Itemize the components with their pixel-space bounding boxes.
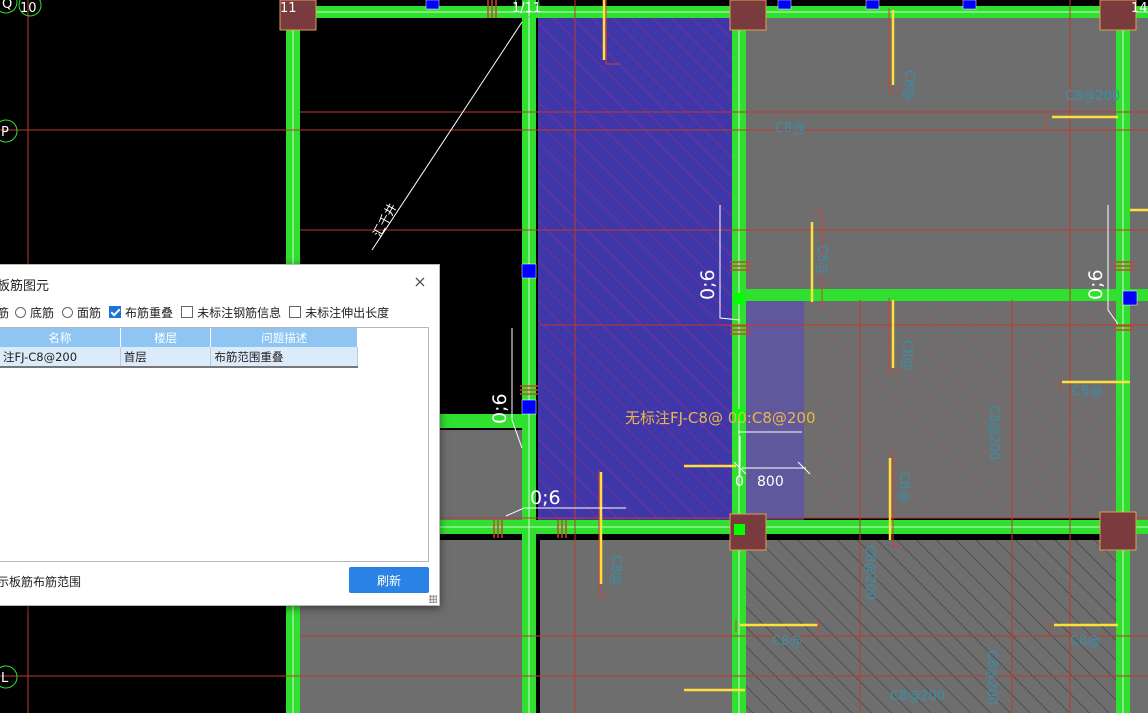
header-issue[interactable]: 问题描述 (210, 328, 358, 347)
check-no-extension-box[interactable] (289, 306, 302, 318)
show-rebar-range-label[interactable]: 示板筋布筋范围 (0, 573, 81, 590)
check-no-rebar-info-label: 未标注钢筋信息 (197, 305, 282, 320)
svg-text:C8@: C8@ (899, 340, 914, 370)
header-name[interactable]: 名称 (0, 328, 121, 347)
radio-bottom-rebar-button[interactable] (15, 306, 27, 318)
check-no-extension-label: 未标注伸出长度 (305, 305, 390, 320)
filter-options: 筋 底筋 面筋 布筋重叠 未标注钢筋信息 未标注伸出长度 (0, 303, 397, 321)
radio-bottom-rebar-label: 底筋 (30, 305, 55, 320)
result-table[interactable]: 名称 楼层 问题描述 注FJ-C8@200 首层 布筋范围重叠 (0, 328, 358, 368)
radio-top-rebar-label: 面筋 (77, 305, 102, 320)
cell-issue[interactable]: 布筋范围重叠 (210, 347, 358, 368)
svg-text:C8@200: C8@200 (890, 689, 945, 704)
radio-top-rebar[interactable]: 面筋 (62, 304, 101, 321)
rebar-check-dialog[interactable]: 板筋图元 × 筋 底筋 面筋 布筋重叠 未标注钢筋信息 未标注伸出长度 名称 楼… (0, 264, 440, 606)
svg-text:C8@200: C8@200 (1065, 89, 1120, 104)
check-no-rebar-info-box[interactable] (181, 306, 194, 318)
table-row[interactable]: 注FJ-C8@200 首层 布筋范围重叠 (0, 347, 358, 368)
svg-text:C8@200: C8@200 (984, 650, 999, 705)
check-overlap-box[interactable] (109, 306, 122, 318)
header-floor[interactable]: 楼层 (120, 328, 212, 347)
radio-all-rebar-label: 筋 (0, 305, 10, 320)
svg-text:C8@: C8@ (896, 472, 911, 502)
dialog-title: 板筋图元 (0, 279, 50, 294)
check-overlap[interactable]: 布筋重叠 (109, 304, 173, 321)
svg-text:C8@200: C8@200 (862, 545, 877, 600)
svg-text:C8@: C8@ (901, 70, 916, 100)
svg-text:C8@200: C8@200 (986, 405, 1001, 460)
close-icon[interactable]: × (411, 273, 429, 291)
resize-grip-icon[interactable] (429, 595, 437, 603)
result-table-container[interactable]: 名称 楼层 问题描述 注FJ-C8@200 首层 布筋范围重叠 (0, 327, 429, 562)
table-header-row: 名称 楼层 问题描述 (0, 328, 358, 347)
check-no-rebar-info[interactable]: 未标注钢筋信息 (181, 304, 281, 321)
svg-text:C8@: C8@ (772, 634, 802, 649)
svg-text:C8@: C8@ (814, 245, 829, 275)
refresh-button[interactable]: 刷新 (349, 567, 429, 593)
check-overlap-label: 布筋重叠 (125, 305, 174, 320)
radio-top-rebar-button[interactable] (62, 306, 74, 318)
radio-all-rebar[interactable]: 筋 底筋 (0, 304, 54, 321)
cell-floor[interactable]: 首层 (120, 347, 212, 368)
cell-name[interactable]: 注FJ-C8@200 (0, 347, 121, 368)
svg-text:C8@: C8@ (775, 121, 805, 136)
svg-text:C8@: C8@ (1070, 634, 1100, 649)
check-no-extension[interactable]: 未标注伸出长度 (289, 304, 389, 321)
svg-text:C8@: C8@ (1072, 384, 1102, 399)
svg-text:C8@: C8@ (608, 555, 623, 585)
